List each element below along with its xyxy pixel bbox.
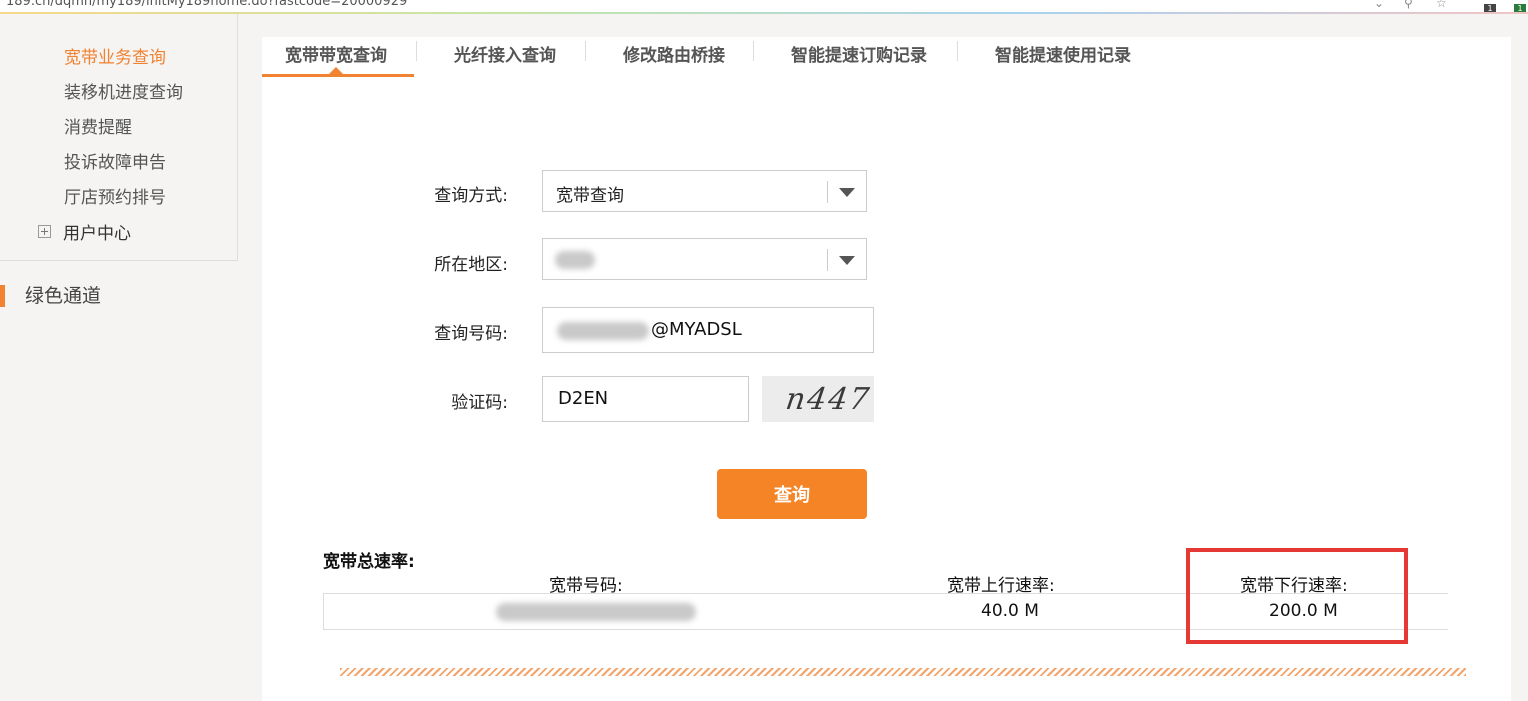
tab-bar: 宽带带宽查询 光纤接入查询 修改路由桥接 智能提速订购记录 智能提速使用记录 [262,37,1511,77]
number-value: @MYADSL [651,319,742,340]
region-label: 所在地区: [434,255,508,275]
hatched-divider [340,668,1466,676]
number-label: 查询号码: [434,324,508,344]
user-center-label: 用户中心 [63,224,131,244]
captcha-image[interactable]: n447 [762,376,874,422]
redacted-account [496,603,696,621]
select-divider [827,181,828,203]
main-panel: 宽带带宽查询 光纤接入查询 修改路由桥接 智能提速订购记录 智能提速使用记录 查… [262,37,1511,701]
chevron-down-icon[interactable] [839,256,855,265]
sidebar-item-user-center[interactable]: 用户中心 [38,219,131,244]
tab-separator [753,41,754,61]
active-tab-underline [262,74,414,77]
tab-separator [585,41,586,61]
tab-speedup-usage[interactable]: 智能提速使用记录 [995,41,1131,66]
download-highlight-box [1186,548,1408,644]
region-select[interactable] [542,238,867,280]
method-value: 宽带查询 [556,186,624,206]
sidebar-item-store-booking[interactable]: 厅店预约排号 [64,183,166,208]
tab-bandwidth-query[interactable]: 宽带带宽查询 [285,41,387,66]
select-divider [827,249,828,271]
result-upload: 40.0 M [981,601,1039,621]
captcha-image-text: n447 [783,382,874,417]
tab-fiber-query[interactable]: 光纤接入查询 [454,41,556,66]
tab-separator [416,41,417,61]
captcha-input[interactable]: D2EN [542,376,749,422]
bookmark-icon[interactable]: ☆ [1436,0,1447,10]
browser-address-strip: 189.cn/dqmh/my189/initMy189home.do?fastc… [0,0,1528,14]
method-label: 查询方式: [434,186,508,206]
redacted-number [557,322,649,340]
green-channel-heading[interactable]: 绿色通道 [0,285,101,307]
sidebar-item-broadband-query[interactable]: 宽带业务查询 [64,43,166,68]
sidebar-item-install-progress[interactable]: 装移机进度查询 [64,78,183,103]
result-title: 宽带总速率: [323,552,415,572]
search-icon[interactable]: ⚲ [1404,0,1413,10]
dropdown-icon[interactable]: ⌄ [1374,0,1384,10]
method-select[interactable]: 宽带查询 [542,170,867,212]
sidebar-item-complaint[interactable]: 投诉故障申告 [64,148,166,173]
query-button[interactable]: 查询 [717,469,867,519]
captcha-value: D2EN [558,388,609,409]
tab-separator [957,41,958,61]
tab-speedup-orders[interactable]: 智能提速订购记录 [791,41,927,66]
number-input[interactable]: @MYADSL [542,307,874,353]
expand-plus-icon[interactable] [38,225,51,238]
address-url[interactable]: 189.cn/dqmh/my189/initMy189home.do?fastc… [6,0,407,9]
sidebar-item-consumption-reminder[interactable]: 消费提醒 [64,113,132,138]
redacted-region [555,251,595,269]
tab-router-bridge[interactable]: 修改路由桥接 [623,41,725,66]
chevron-down-icon[interactable] [839,188,855,197]
captcha-label: 验证码: [451,393,508,413]
sidebar-menu: 宽带业务查询 装移机进度查询 消费提醒 投诉故障申告 厅店预约排号 用户中心 [0,14,238,261]
